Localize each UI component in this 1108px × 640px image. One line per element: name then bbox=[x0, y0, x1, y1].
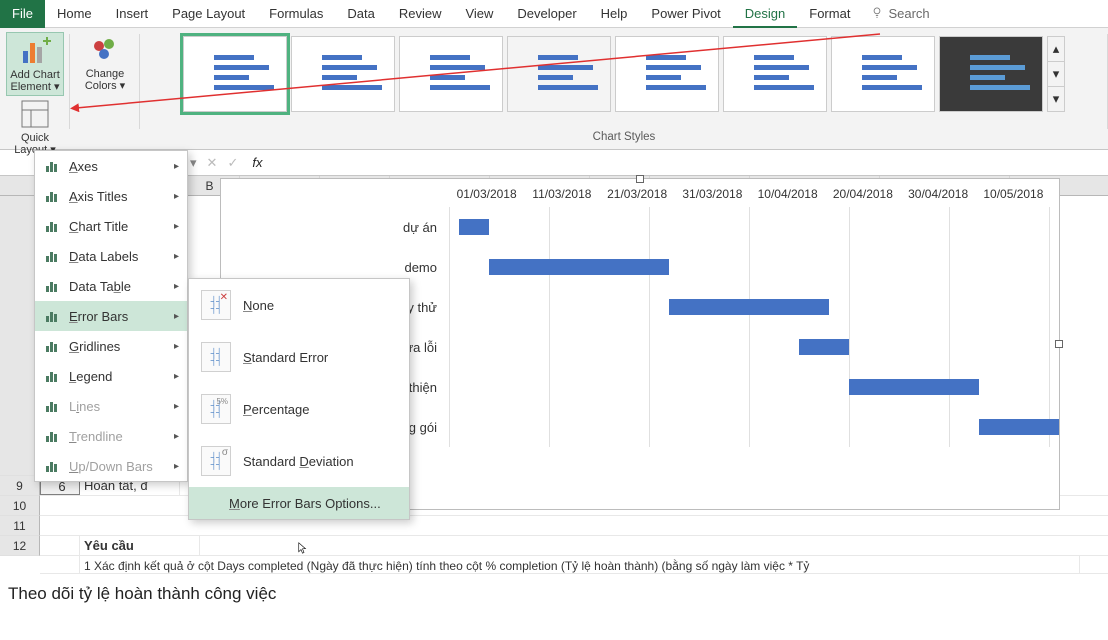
search-label: Search bbox=[888, 6, 929, 21]
tab-insert[interactable]: Insert bbox=[104, 0, 161, 28]
styles-scroll-up[interactable]: ▴ bbox=[1048, 37, 1064, 62]
error-bars-standard-error[interactable]: ┤┤┤┤ Standard Error bbox=[189, 331, 409, 383]
gantt-bar[interactable] bbox=[669, 299, 829, 315]
chart-element-icon bbox=[43, 187, 61, 205]
chart-style-8[interactable] bbox=[939, 36, 1043, 112]
menu-data-labels[interactable]: Data Labels▸ bbox=[35, 241, 187, 271]
gantt-track bbox=[449, 247, 1051, 287]
tab-page-layout[interactable]: Page Layout bbox=[160, 0, 257, 28]
gantt-bar[interactable] bbox=[849, 379, 979, 395]
menu-up-down-bars: Up/Down Bars▸ bbox=[35, 451, 187, 481]
tab-data[interactable]: Data bbox=[335, 0, 386, 28]
menu-error-bars[interactable]: Error Bars▸ bbox=[35, 301, 187, 331]
standard-error-icon: ┤┤┤┤ bbox=[201, 342, 231, 372]
formula-accept[interactable]: ✓ bbox=[227, 155, 238, 171]
row-12[interactable]: 12 bbox=[0, 536, 40, 556]
error-bars-standard-deviation[interactable]: σ┤┤┤┤ Standard Deviation bbox=[189, 435, 409, 487]
menu-axis-titles[interactable]: Axis Titles▸ bbox=[35, 181, 187, 211]
chart-element-icon bbox=[43, 277, 61, 295]
gantt-bar[interactable] bbox=[799, 339, 849, 355]
standard-deviation-icon: σ┤┤┤┤ bbox=[201, 446, 231, 476]
tab-design[interactable]: Design bbox=[733, 0, 797, 28]
row-11[interactable]: 11 bbox=[0, 516, 40, 536]
search-box[interactable]: Search bbox=[862, 5, 937, 22]
menu-lines: Lines▸ bbox=[35, 391, 187, 421]
ribbon-tabs: File Home Insert Page Layout Formulas Da… bbox=[0, 0, 1108, 28]
chart-x-axis: 01/03/201811/03/201821/03/201831/03/2018… bbox=[229, 187, 1051, 201]
gantt-track bbox=[449, 207, 1051, 247]
lightbulb-icon bbox=[870, 5, 884, 22]
formula-cancel[interactable]: ✕ bbox=[207, 155, 218, 171]
chart-element-icon bbox=[43, 457, 61, 475]
styles-more[interactable]: ▾ bbox=[1048, 87, 1064, 111]
annotation-arrow bbox=[70, 30, 890, 130]
chart-styles-scroller: ▴ ▾ ▾ bbox=[1047, 36, 1065, 112]
gantt-bar[interactable] bbox=[979, 419, 1059, 435]
error-bars-percentage[interactable]: 5%┤┤┤┤ Percentage bbox=[189, 383, 409, 435]
gantt-track bbox=[449, 287, 1051, 327]
menu-trendline: Trendline▸ bbox=[35, 421, 187, 451]
article-caption: Theo dõi tỷ lệ hoàn thành công việc bbox=[0, 574, 1108, 616]
gantt-track bbox=[449, 327, 1051, 367]
tab-formulas[interactable]: Formulas bbox=[257, 0, 335, 28]
quick-layout-button[interactable]: Quick Layout ▾ bbox=[6, 96, 64, 158]
chart-element-icon bbox=[43, 217, 61, 235]
gantt-row: dự án bbox=[229, 207, 1051, 247]
chart-element-icon bbox=[43, 307, 61, 325]
gantt-label: demo bbox=[229, 260, 449, 275]
menu-axes[interactable]: Axes▸ bbox=[35, 151, 187, 181]
add-chart-element-button[interactable]: Add Chart Element ▾ bbox=[6, 32, 64, 96]
gantt-bar[interactable] bbox=[489, 259, 669, 275]
chart-element-icon bbox=[43, 157, 61, 175]
cell-row12-text[interactable]: 1 Xác định kết quả ở cột Days completed … bbox=[80, 556, 1080, 573]
chart-handle-right[interactable] bbox=[1055, 340, 1063, 348]
gantt-track bbox=[449, 407, 1051, 447]
chart-element-icon bbox=[43, 247, 61, 265]
formula-dropdown[interactable]: ▾ bbox=[190, 155, 197, 171]
tab-help[interactable]: Help bbox=[589, 0, 640, 28]
add-chart-element-label: Add Chart Element ▾ bbox=[9, 69, 61, 93]
cell-B12[interactable]: Yêu cầu bbox=[80, 536, 200, 555]
tab-view[interactable]: View bbox=[453, 0, 505, 28]
percentage-icon: 5%┤┤┤┤ bbox=[201, 394, 231, 424]
none-icon: ✕┤┤┤┤ bbox=[201, 290, 231, 320]
add-chart-element-menu: Axes▸Axis Titles▸Chart Title▸Data Labels… bbox=[34, 150, 188, 482]
menu-legend[interactable]: Legend▸ bbox=[35, 361, 187, 391]
gantt-track bbox=[449, 367, 1051, 407]
styles-scroll-down[interactable]: ▾ bbox=[1048, 62, 1064, 87]
tab-review[interactable]: Review bbox=[387, 0, 454, 28]
tab-developer[interactable]: Developer bbox=[505, 0, 588, 28]
error-bars-submenu: ✕┤┤┤┤ None ┤┤┤┤ Standard Error 5%┤┤┤┤ Pe… bbox=[188, 278, 410, 520]
chart-element-icon bbox=[43, 397, 61, 415]
chart-handle-top[interactable] bbox=[636, 175, 644, 183]
chart-element-icon bbox=[43, 337, 61, 355]
quick-layout-icon bbox=[19, 98, 51, 130]
chart-element-icon bbox=[43, 427, 61, 445]
tab-file[interactable]: File bbox=[0, 0, 45, 28]
error-bars-more-options[interactable]: More Error Bars Options... bbox=[189, 487, 409, 519]
menu-data-table[interactable]: Data Table▸ bbox=[35, 271, 187, 301]
gantt-bar[interactable] bbox=[459, 219, 489, 235]
chart-styles-label: Chart Styles bbox=[593, 131, 656, 145]
row-10[interactable]: 10 bbox=[0, 496, 40, 516]
add-chart-element-icon bbox=[19, 35, 51, 67]
error-bars-none[interactable]: ✕┤┤┤┤ None bbox=[189, 279, 409, 331]
mouse-cursor-icon bbox=[298, 542, 310, 554]
tab-power-pivot[interactable]: Power Pivot bbox=[639, 0, 732, 28]
gantt-label: dự án bbox=[229, 220, 449, 235]
fx-button[interactable]: fx bbox=[252, 155, 262, 170]
tab-home[interactable]: Home bbox=[45, 0, 104, 28]
tab-format[interactable]: Format bbox=[797, 0, 862, 28]
menu-chart-title[interactable]: Chart Title▸ bbox=[35, 211, 187, 241]
chart-element-icon bbox=[43, 367, 61, 385]
menu-gridlines[interactable]: Gridlines▸ bbox=[35, 331, 187, 361]
